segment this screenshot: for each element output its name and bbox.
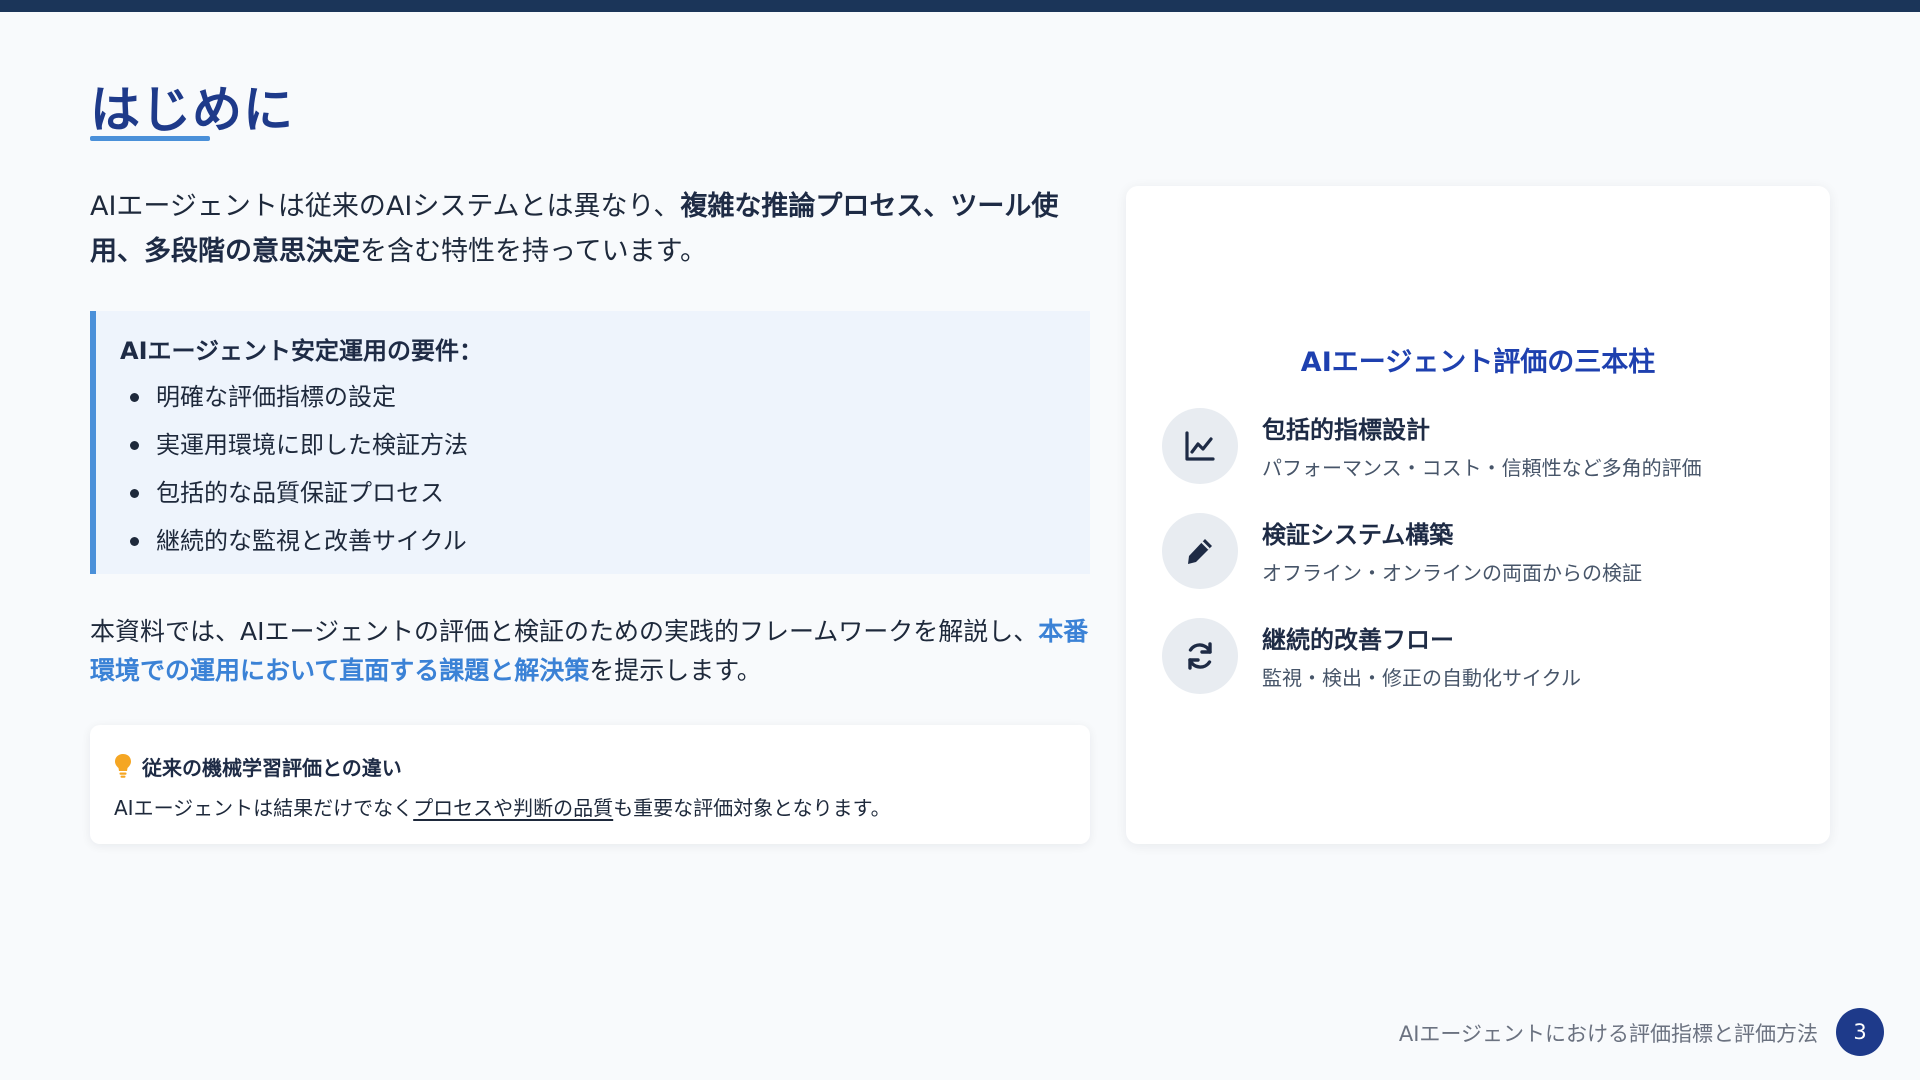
list-item: 実運用環境に即した検証方法 [120,421,1090,469]
note-text-2: も重要な評価対象となります。 [613,796,891,820]
intro-text-1: AIエージェントは従来のAIシステムとは異なり、 [90,191,681,222]
note-text-1: AIエージェントは結果だけでなく [114,796,414,820]
summary-text-1: 本資料では、AIエージェントの評価と検証のための実践的フレームワークを解説し、 [90,617,1039,646]
note-card: 従来の機械学習評価との違い AIエージェントは結果だけでなくプロセスや判断の品質… [90,725,1090,844]
pillar-item: 継続的改善フロー 監視・検出・修正の自動化サイクル [1162,618,1802,694]
list-item: 包括的な品質保証プロセス [120,469,1090,517]
intro-text-2: を含む特性を持っています。 [360,236,707,267]
pillar-description: パフォーマンス・コスト・信頼性など多角的評価 [1262,456,1702,480]
pencil-icon [1188,539,1212,564]
note-underlined-text: プロセスや判断の品質 [413,796,614,820]
requirements-box: AIエージェント安定運用の要件： 明確な評価指標の設定 実運用環境に即した検証方… [90,311,1090,574]
pillar-name: 継続的改善フロー [1262,626,1454,654]
pillar-description: 監視・検出・修正の自動化サイクル [1262,666,1581,690]
title-underline [90,136,210,141]
pillars-title: AIエージェント評価の三本柱 [1300,347,1656,378]
page-title: はじめに [90,81,294,139]
top-accent-bar [0,0,1920,12]
summary-paragraph: 本資料では、AIエージェントの評価と検証のための実践的フレームワークを解説し、本… [90,612,1090,690]
note-body: AIエージェントは結果だけでなくプロセスや判断の品質も重要な評価対象となります。 [114,793,1090,823]
pillar-icon-circle [1162,513,1238,589]
pillar-icon-circle [1162,618,1238,694]
page-number-badge: 3 [1836,1008,1884,1056]
pillar-description: オフライン・オンラインの両面からの検証 [1262,561,1642,585]
note-title: 従来の機械学習評価との違い [142,755,402,780]
list-item: 明確な評価指標の設定 [120,373,1090,421]
line-chart-icon [1185,431,1215,461]
note-title-row: 従来の機械学習評価との違い [114,751,1090,781]
lightbulb-icon [115,754,131,778]
requirements-heading: AIエージェント安定運用の要件： [120,337,484,365]
refresh-icon [1188,642,1212,670]
list-item: 継続的な監視と改善サイクル [120,517,1090,565]
pillars-card: AIエージェント評価の三本柱 包括的指標設計 パフォーマンス・コスト・信頼性など… [1126,186,1830,844]
requirements-list: 明確な評価指標の設定 実運用環境に即した検証方法 包括的な品質保証プロセス 継続… [120,373,1090,565]
footer-deck-title: AIエージェントにおける評価指標と評価方法 [1398,1022,1818,1046]
intro-paragraph: AIエージェントは従来のAIシステムとは異なり、複雑な推論プロセス、ツール使用、… [90,184,1080,274]
summary-text-2: を提示します。 [589,656,762,685]
pillar-name: 包括的指標設計 [1262,416,1430,444]
pillar-item: 包括的指標設計 パフォーマンス・コスト・信頼性など多角的評価 [1162,408,1802,484]
pillar-item: 検証システム構築 オフライン・オンラインの両面からの検証 [1162,513,1802,589]
pillar-name: 検証システム構築 [1262,521,1454,549]
pillar-icon-circle [1162,408,1238,484]
